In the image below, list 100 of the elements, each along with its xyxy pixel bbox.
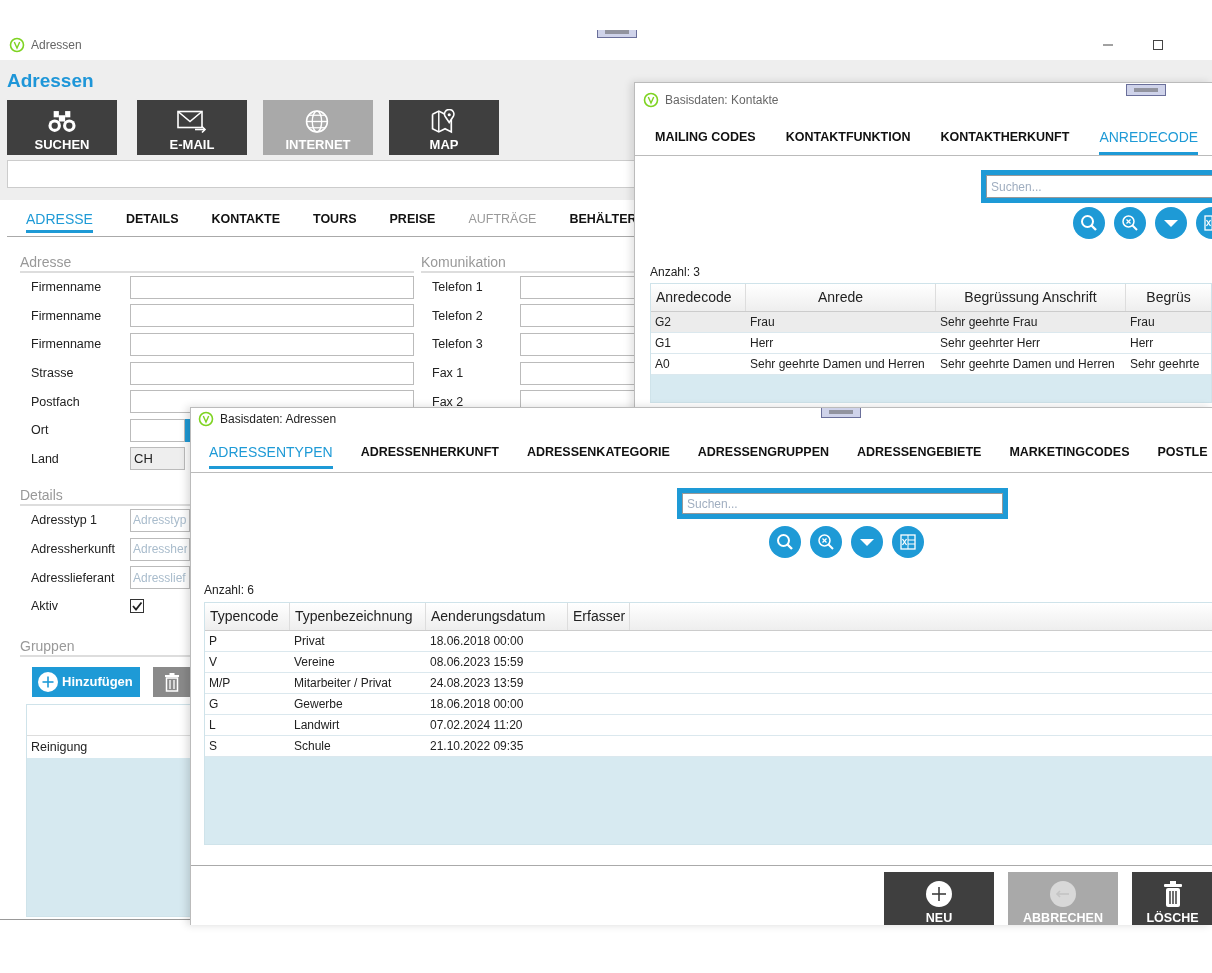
dropdown-button[interactable] bbox=[1155, 207, 1187, 239]
table-cell-text: V bbox=[208, 654, 218, 671]
table-row[interactable]: V Vereine 08.06.2023 15:59 bbox=[205, 652, 1212, 673]
table-cell-text: 18.06.2018 00:00 bbox=[429, 633, 525, 650]
search-button[interactable] bbox=[1073, 207, 1105, 239]
window-title: Basisdaten: Kontakte bbox=[665, 93, 779, 107]
tab[interactable]: ADRESSENGRUPPEN bbox=[697, 433, 830, 469]
table-cell-text: Herr bbox=[749, 335, 775, 352]
table-row[interactable]: G Gewerbe 18.06.2018 00:00 bbox=[205, 694, 1212, 715]
table-row[interactable]: S Schule 21.10.2022 09:35 bbox=[205, 736, 1212, 757]
tab[interactable]: ADRESSENHERKUNFT bbox=[360, 433, 499, 469]
table-cell-text: Frau bbox=[1129, 314, 1156, 331]
clear-search-button[interactable] bbox=[810, 526, 842, 558]
input-field[interactable] bbox=[130, 361, 414, 385]
column-header[interactable]: Aenderungsdatum bbox=[426, 603, 568, 630]
combo-field[interactable]: Adressher bbox=[130, 537, 190, 561]
clear-search-icon bbox=[816, 532, 836, 552]
page-heading: Adressen bbox=[7, 70, 94, 92]
table-cell-text: A0 bbox=[654, 356, 671, 373]
checkbox[interactable] bbox=[130, 599, 144, 614]
field-label: Telefon 1 bbox=[431, 280, 484, 295]
table-row[interactable]: G2 Frau Sehr geehrte Frau Frau bbox=[651, 312, 1211, 333]
column-header[interactable]: Anredecode bbox=[651, 284, 746, 311]
input-field[interactable] bbox=[130, 275, 414, 299]
combo-field[interactable]: Adresstyp bbox=[130, 508, 190, 532]
field-label: Adresstyp 1 bbox=[30, 513, 98, 528]
table-row[interactable]: M/P Mitarbeiter / Privat 24.08.2023 13:59 bbox=[205, 673, 1212, 694]
column-header[interactable]: Begrüssung Anschrift bbox=[936, 284, 1126, 311]
tab[interactable]: KONTAKTE bbox=[211, 203, 280, 233]
table-cell-text: 21.10.2022 09:35 bbox=[429, 738, 525, 755]
table-cell-text: G1 bbox=[654, 335, 672, 352]
column-header[interactable]: Begrüs bbox=[1126, 284, 1211, 311]
column-header[interactable]: Anrede bbox=[746, 284, 936, 311]
field-label: Ort bbox=[30, 423, 50, 438]
column-header[interactable]: Erfasser bbox=[568, 603, 630, 630]
table-cell-text: L bbox=[208, 717, 217, 734]
tab[interactable]: BEHÄLTER bbox=[569, 203, 637, 233]
table-cell-text: Landwirt bbox=[293, 717, 341, 734]
search-field[interactable]: Suchen... bbox=[677, 488, 1008, 519]
maximize-icon[interactable] bbox=[1152, 39, 1164, 51]
table-row[interactable]: P Privat 18.06.2018 00:00 bbox=[205, 631, 1212, 652]
search-icon bbox=[775, 532, 795, 552]
table-cell-text: Mitarbeiter / Privat bbox=[293, 675, 393, 692]
combo-field[interactable]: Adresslief bbox=[130, 566, 190, 590]
field-label: Strasse bbox=[30, 366, 75, 381]
grip-handle[interactable] bbox=[1126, 84, 1166, 96]
tab[interactable]: MAILING CODES bbox=[655, 117, 756, 155]
action-button[interactable]: LÖSCHE bbox=[1132, 872, 1212, 925]
binoculars-icon bbox=[47, 109, 77, 134]
table-cell-text: 07.02.2024 11:20 bbox=[429, 717, 524, 734]
toolbar-button[interactable]: SUCHEN bbox=[7, 100, 117, 155]
input-field[interactable] bbox=[130, 304, 414, 328]
field-label: Aktiv bbox=[30, 599, 60, 614]
table-row[interactable]: L Landwirt 07.02.2024 11:20 bbox=[205, 715, 1212, 736]
export-button[interactable] bbox=[892, 526, 924, 558]
field-label: Fax 2 bbox=[431, 394, 465, 409]
field-label: Firmenname bbox=[30, 337, 103, 352]
window-title: Adressen bbox=[31, 38, 82, 52]
action-button[interactable]: NEU bbox=[884, 872, 994, 925]
table-cell-text: Sehr geehrte bbox=[1129, 356, 1201, 373]
dropdown-button[interactable] bbox=[851, 526, 883, 558]
search-button[interactable] bbox=[769, 526, 801, 558]
tab[interactable]: POSTLE bbox=[1157, 433, 1208, 469]
trash-icon bbox=[163, 671, 180, 692]
column-header[interactable]: Typencode bbox=[205, 603, 290, 630]
tab[interactable]: PREISE bbox=[389, 203, 436, 233]
field-label: Land bbox=[30, 451, 60, 466]
field-label: Telefon 2 bbox=[431, 308, 484, 323]
grip-handle[interactable] bbox=[821, 408, 861, 418]
tab[interactable]: ADRESSENKATEGORIE bbox=[526, 433, 670, 469]
field-label: Firmenname bbox=[30, 308, 103, 323]
clear-search-button[interactable] bbox=[1114, 207, 1146, 239]
tab[interactable]: KONTAKTFUNKTION bbox=[785, 117, 911, 155]
table-row[interactable]: A0 Sehr geehrte Damen und Herren Sehr geehrte Damen und Herren Sehr geehrte bbox=[651, 354, 1211, 375]
table-row[interactable]: G1 Herr Sehr geehrter Herr Herr bbox=[651, 333, 1211, 354]
search-field[interactable]: Suchen... bbox=[981, 170, 1212, 203]
column-header[interactable]: Typenbezeichnung bbox=[290, 603, 426, 630]
input-field[interactable]: CH bbox=[130, 447, 185, 471]
tab[interactable]: ADRESSENGEBIETE bbox=[857, 433, 982, 469]
tab[interactable]: TOURS bbox=[313, 203, 357, 233]
envelope-icon bbox=[177, 109, 207, 134]
window-title: Basisdaten: Adressen bbox=[220, 412, 337, 426]
toolbar-button[interactable]: E-MAIL bbox=[137, 100, 247, 155]
tab[interactable]: DETAILS bbox=[125, 203, 179, 233]
field-label: Postfach bbox=[30, 394, 81, 409]
section-heading: Adresse bbox=[20, 253, 414, 273]
plus-icon bbox=[925, 880, 953, 908]
delete-button[interactable] bbox=[153, 666, 190, 697]
tab[interactable]: KONTAKTHERKUNFT bbox=[940, 117, 1070, 155]
toolbar-button[interactable]: MAP bbox=[389, 100, 499, 155]
record-count: Anzahl: 6 bbox=[204, 582, 256, 598]
input-field[interactable] bbox=[130, 333, 414, 356]
spreadsheet-icon bbox=[898, 532, 918, 552]
table-cell-text: Sehr geehrte Damen und Herren bbox=[749, 356, 926, 373]
table-cell-text: Sehr geehrter Herr bbox=[939, 335, 1042, 352]
table-cell-text: Sehr geehrte Damen und Herren bbox=[939, 356, 1116, 373]
input-field[interactable] bbox=[130, 418, 185, 442]
tab[interactable]: MARKETINGCODES bbox=[1009, 433, 1130, 469]
table-cell-text: Frau bbox=[749, 314, 776, 331]
table-cell-text: Privat bbox=[293, 633, 326, 650]
